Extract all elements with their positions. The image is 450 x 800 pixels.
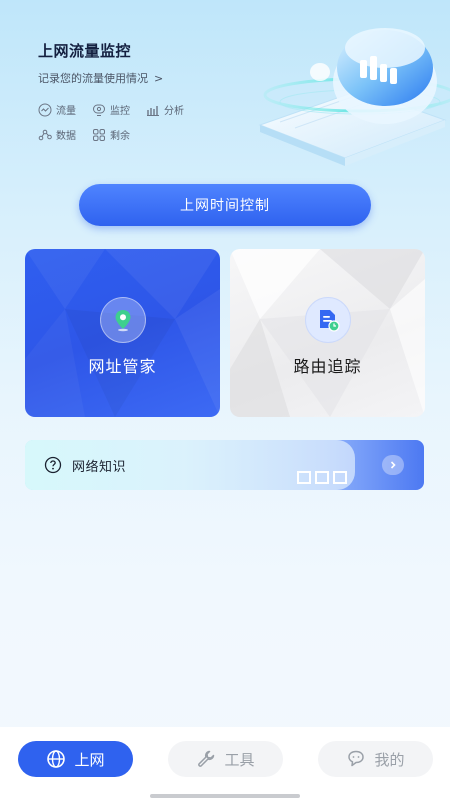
banner-decoration: [297, 471, 347, 484]
tag-remaining: 剩余: [92, 127, 130, 142]
network-knowledge-banner[interactable]: 网络知识: [25, 440, 424, 490]
card-label: 路由追踪: [293, 357, 362, 376]
page-title: 上网流量监控: [38, 42, 132, 60]
tab-internet[interactable]: 上网: [18, 741, 133, 777]
chevron-right-icon: [390, 461, 396, 469]
tag-traffic: 流量: [38, 102, 76, 117]
chevron-right-icon: >: [154, 71, 164, 85]
hero-illustration: [258, 28, 450, 166]
bar-chart-icon: [147, 105, 159, 116]
question-circle-icon: [44, 456, 62, 474]
monitor-icon: [93, 104, 105, 116]
tag-label: 流量: [56, 106, 76, 117]
wrench-icon: [198, 750, 215, 767]
tab-tools[interactable]: 工具: [168, 741, 283, 777]
tag-label: 分析: [164, 106, 184, 117]
tag-data: 数据: [38, 127, 76, 142]
usage-link[interactable]: 记录您的流量使用情况 >: [38, 70, 163, 86]
tag-monitor: 监控: [92, 102, 130, 117]
location-pin-icon: [115, 310, 130, 332]
trend-icon: [38, 103, 52, 116]
tab-label: 我的: [374, 750, 405, 769]
chat-icon: [348, 750, 365, 767]
header: 上网流量监控 记录您的流量使用情况 >: [38, 40, 163, 86]
document-clock-icon: [319, 310, 340, 332]
bottom-tab-bar: 上网 工具 我的: [0, 727, 450, 800]
card-label: 网址管家: [88, 357, 157, 376]
tag-analysis: 分析: [146, 102, 184, 117]
feature-tags: 流量 监控 分析 数据 剩余: [38, 102, 208, 142]
route-trace-icon-wrap: [304, 297, 351, 343]
banner-arrow-button[interactable]: [382, 455, 404, 475]
tag-label: 监控: [110, 106, 130, 117]
url-manager-icon-wrap: [99, 297, 146, 343]
tab-label: 工具: [224, 750, 255, 769]
tab-mine[interactable]: 我的: [318, 741, 433, 777]
url-manager-card[interactable]: 网址管家: [25, 249, 220, 417]
grid-icon: [93, 128, 105, 141]
tab-label: 上网: [74, 750, 105, 769]
banner-label: 网络知识: [72, 459, 127, 475]
tag-label: 剩余: [110, 131, 130, 142]
subtitle-text: 记录您的流量使用情况: [38, 72, 148, 85]
home-indicator: [150, 794, 300, 798]
tag-label: 数据: [56, 131, 76, 142]
time-control-button[interactable]: 上网时间控制: [79, 184, 371, 226]
nodes-icon: [38, 129, 52, 140]
route-trace-card[interactable]: 路由追踪: [230, 249, 425, 417]
globe-icon: [47, 750, 66, 768]
